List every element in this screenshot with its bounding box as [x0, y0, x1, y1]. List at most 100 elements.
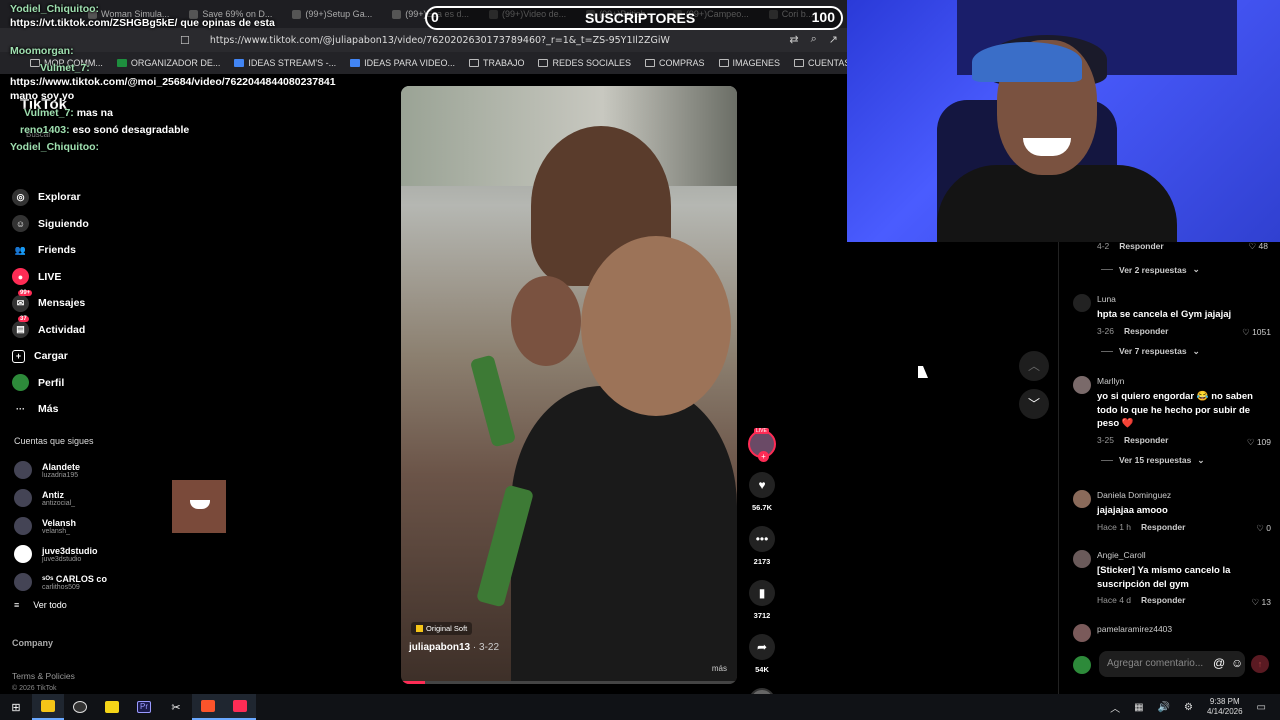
sidebar-item-friends[interactable]: 👥 Friends	[12, 237, 89, 264]
chat-message: Vulmet_7: https://www.tiktok.com/@moi_256…	[10, 62, 336, 102]
video-player[interactable]: Original Soft juliapabon13 · 3-22 más	[401, 86, 737, 684]
chevron-down-icon: ⌄	[1192, 264, 1200, 274]
avatar[interactable]	[1073, 550, 1091, 568]
share-action[interactable]: ➦ 54K	[746, 634, 778, 674]
notification-icon[interactable]: ▭	[1257, 702, 1266, 713]
sound-tag[interactable]: Original Soft	[411, 622, 473, 635]
follow-plus-icon[interactable]: +	[758, 451, 769, 462]
bookmark-item[interactable]: IMAGENES	[718, 58, 780, 68]
chat-message: Yodiel_Chiquitoo:	[10, 141, 100, 153]
emoji-icon[interactable]: ☺	[1231, 656, 1243, 670]
company-link[interactable]: Company	[12, 638, 53, 648]
tiktok-app-icon[interactable]	[224, 694, 256, 720]
activity-icon: ▤ 37	[12, 316, 29, 339]
save-action[interactable]: ▮ 3712	[746, 580, 778, 620]
like-action[interactable]: ♥ 56.7K	[746, 472, 778, 512]
comment-like[interactable]: ♡ 1051	[1242, 327, 1271, 338]
following-account[interactable]: Velansh velansh_	[14, 512, 107, 540]
clock[interactable]: 9:38 PM 4/14/2026	[1207, 697, 1243, 717]
chevron-down-icon: ⌄	[1197, 454, 1205, 465]
next-video-button[interactable]: ﹀	[1019, 389, 1049, 419]
reply-button[interactable]: Responder	[1141, 522, 1185, 532]
share-icon[interactable]: ↗	[829, 33, 838, 46]
browser-tab[interactable]: (99+)Setup Ga...	[284, 3, 380, 25]
chat-message: Vulmet_7: mas na	[24, 107, 113, 119]
chevron-up-icon[interactable]: ︿	[1110, 700, 1120, 715]
avatar	[14, 489, 32, 507]
comment-like[interactable]: ♡ 13	[1252, 597, 1271, 608]
following-account[interactable]: Antiz antizocial_	[14, 484, 107, 512]
capcut-icon[interactable]: ✂	[160, 694, 192, 720]
sidebar-item-cargar[interactable]: + Cargar	[12, 343, 89, 370]
following-account[interactable]: Alandete luzadria195	[14, 456, 107, 484]
bookmark-item[interactable]: REDES SOCIALES	[538, 58, 631, 68]
comment-like[interactable]: ♡ 109	[1247, 437, 1271, 448]
mention-icon[interactable]: @	[1213, 656, 1225, 670]
avatar[interactable]	[1073, 294, 1091, 312]
send-comment-button[interactable]: ↑	[1251, 655, 1269, 673]
reply-button[interactable]: Responder	[1124, 326, 1168, 336]
tab-favicon-icon	[292, 9, 302, 19]
file-explorer-icon[interactable]	[32, 694, 64, 720]
avatar[interactable]	[1073, 376, 1091, 394]
sidebar-item-perfil[interactable]: Perfil	[12, 370, 89, 397]
avatar[interactable]	[1073, 490, 1091, 508]
policies-link[interactable]: Terms & Policies	[12, 671, 75, 681]
network-icon[interactable]: ▦	[1134, 702, 1143, 713]
following-account[interactable]: ˢᴼˢ CARLOS co carlithos509	[14, 568, 107, 596]
author-avatar[interactable]: LIVE +	[748, 428, 776, 462]
bookmark-icon: ▮	[749, 580, 775, 606]
reply-button[interactable]: Responder	[1141, 595, 1185, 605]
bookmark-item[interactable]: COMPRAS	[645, 58, 705, 68]
bookmark-item[interactable]: TRABAJO	[468, 58, 524, 68]
sticky-notes-icon[interactable]	[96, 694, 128, 720]
previous-video-button[interactable]: ︿	[1019, 351, 1049, 381]
volume-icon[interactable]: 🔊	[1158, 702, 1170, 713]
avatar	[14, 461, 32, 479]
sidebar-item-actividad[interactable]: ▤ 37 Actividad	[12, 316, 89, 344]
bookmark-item[interactable]: CUENTAS	[794, 58, 848, 68]
reply-button[interactable]: Responder	[1124, 435, 1168, 445]
see-all-link[interactable]: ≡ Ver todo	[14, 600, 67, 610]
messages-badge: 99+	[18, 289, 33, 296]
bookmark-item[interactable]: IDEAS PARA VIDEO...	[350, 58, 455, 68]
brave-browser-icon[interactable]	[192, 694, 224, 720]
url-text[interactable]: https://www.tiktok.com/@juliapabon13/vid…	[210, 35, 670, 46]
more-caption-link[interactable]: más	[712, 664, 727, 673]
premiere-icon[interactable]: Pr	[128, 694, 160, 720]
translate-icon[interactable]: ⇄	[789, 33, 798, 46]
sidebar-item-explorar[interactable]: ◎ Explorar	[12, 184, 89, 211]
activity-badge: 37	[18, 316, 29, 323]
address-bar-icons: ⇄ ⌕ ↗	[789, 33, 838, 46]
comment-action[interactable]: ••• 2173	[746, 526, 778, 566]
sidebar-item-mensajes[interactable]: ✉ 99+ Mensajes	[12, 289, 89, 317]
reply-button[interactable]: Responder	[1119, 241, 1163, 251]
sidebar-item-live[interactable]: ● LIVE	[12, 264, 89, 291]
system-tray: ︿ ▦ 🔊 ⚙ 9:38 PM 4/14/2026 ▭	[1110, 694, 1266, 720]
view-replies-button[interactable]: Ver 7 respuestas ⌄	[1101, 346, 1269, 357]
obs-icon[interactable]	[64, 694, 96, 720]
video-actions: LIVE + ♥ 56.7K ••• 2173 ▮ 3712 ➦ 54K	[746, 428, 778, 714]
following-account[interactable]: juve3dstudio juve3dstudio	[14, 540, 107, 568]
zoom-icon[interactable]: ⌕	[811, 33, 817, 46]
sidebar-item-siguiendo[interactable]: ☺ Siguiendo	[12, 211, 89, 238]
webcam-overlay	[847, 0, 1280, 242]
view-replies-button[interactable]: Ver 15 respuestas ⌄	[1101, 455, 1269, 466]
avatar[interactable]	[1073, 624, 1091, 642]
avatar	[14, 517, 32, 535]
comment-like[interactable]: ♡ 48	[1249, 241, 1268, 252]
view-replies-button[interactable]: Ver 2 respuestas ⌄	[1101, 264, 1200, 275]
comment-icon: •••	[749, 526, 775, 552]
avatar	[14, 573, 32, 591]
video-progress-bar[interactable]	[401, 681, 737, 684]
following-title: Cuentas que sigues	[14, 436, 94, 446]
comment-item: Daniela Dominguez jajajajaa amooo Hace 1…	[1073, 490, 1271, 534]
comment-like[interactable]: ♡ 0	[1256, 523, 1271, 534]
chat-message: Yodiel_Chiquitoo: https://vt.tiktok.com/Z…	[10, 3, 275, 29]
emote-grin	[190, 500, 210, 509]
comments-panel: 4-2 Responder ♡ 48 Ver 2 respuestas ⌄ Lun…	[1058, 241, 1280, 694]
windows-start-icon[interactable]: ⊞	[0, 694, 32, 720]
video-author[interactable]: juliapabon13 · 3-22	[409, 642, 499, 653]
settings-icon[interactable]: ⚙	[1184, 702, 1193, 713]
sidebar-item-mas[interactable]: ··· Más	[12, 396, 89, 423]
